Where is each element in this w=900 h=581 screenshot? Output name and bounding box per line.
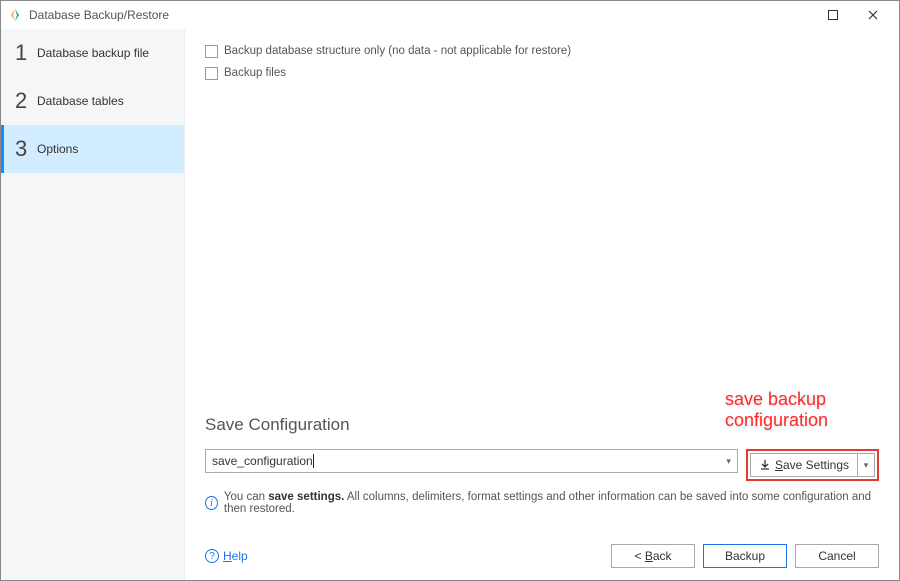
download-icon [759, 459, 771, 471]
window-title: Database Backup/Restore [29, 8, 813, 22]
window-titlebar: Database Backup/Restore [1, 1, 899, 29]
help-icon: ? [205, 549, 219, 563]
save-configuration-section: Save Configuration save_configuration ▾ … [205, 415, 879, 515]
option-backup-files-row: Backup files [205, 63, 879, 83]
save-settings-dropdown[interactable]: ▾ [857, 453, 875, 477]
step-number: 3 [15, 136, 37, 162]
step-options[interactable]: 3 Options [1, 125, 184, 173]
footer-bar: ? Help < Back Backup Cancel [205, 544, 879, 568]
info-icon: i [205, 496, 218, 510]
close-button[interactable] [853, 1, 893, 29]
option-structure-only-row: Backup database structure only (no data … [205, 41, 879, 61]
help-link[interactable]: ? Help [205, 549, 248, 563]
configuration-name-combobox[interactable]: save_configuration ▾ [205, 449, 738, 473]
step-database-tables[interactable]: 2 Database tables [1, 77, 184, 125]
backup-button[interactable]: Backup [703, 544, 787, 568]
structure-only-label: Backup database structure only (no data … [224, 45, 571, 57]
backup-files-label: Backup files [224, 67, 286, 79]
cancel-button[interactable]: Cancel [795, 544, 879, 568]
chevron-down-icon[interactable]: ▾ [726, 456, 731, 467]
info-text-bold: save settings. [268, 491, 344, 503]
save-settings-button[interactable]: Save Settings [750, 453, 857, 477]
step-label: Options [37, 142, 78, 156]
save-configuration-title: Save Configuration [205, 415, 879, 435]
backup-files-checkbox[interactable] [205, 67, 218, 80]
step-number: 1 [15, 40, 37, 66]
info-message: i You can save settings. All columns, de… [205, 491, 879, 515]
text-cursor [313, 454, 314, 468]
structure-only-checkbox[interactable] [205, 45, 218, 58]
save-settings-label: ave Settings [783, 458, 849, 472]
info-text-prefix: You can [224, 491, 268, 503]
step-number: 2 [15, 88, 37, 114]
wizard-sidebar: 1 Database backup file 2 Database tables… [1, 29, 185, 580]
step-database-backup-file[interactable]: 1 Database backup file [1, 29, 184, 77]
step-label: Database backup file [37, 46, 149, 60]
help-label: Help [223, 549, 248, 563]
app-icon [7, 7, 23, 23]
back-button[interactable]: < Back [611, 544, 695, 568]
configuration-name-value: save_configuration [212, 454, 313, 468]
main-panel: Backup database structure only (no data … [185, 29, 899, 580]
step-label: Database tables [37, 94, 124, 108]
maximize-button[interactable] [813, 1, 853, 29]
save-settings-highlight: Save Settings ▾ [746, 449, 879, 481]
chevron-down-icon: ▾ [864, 460, 869, 471]
